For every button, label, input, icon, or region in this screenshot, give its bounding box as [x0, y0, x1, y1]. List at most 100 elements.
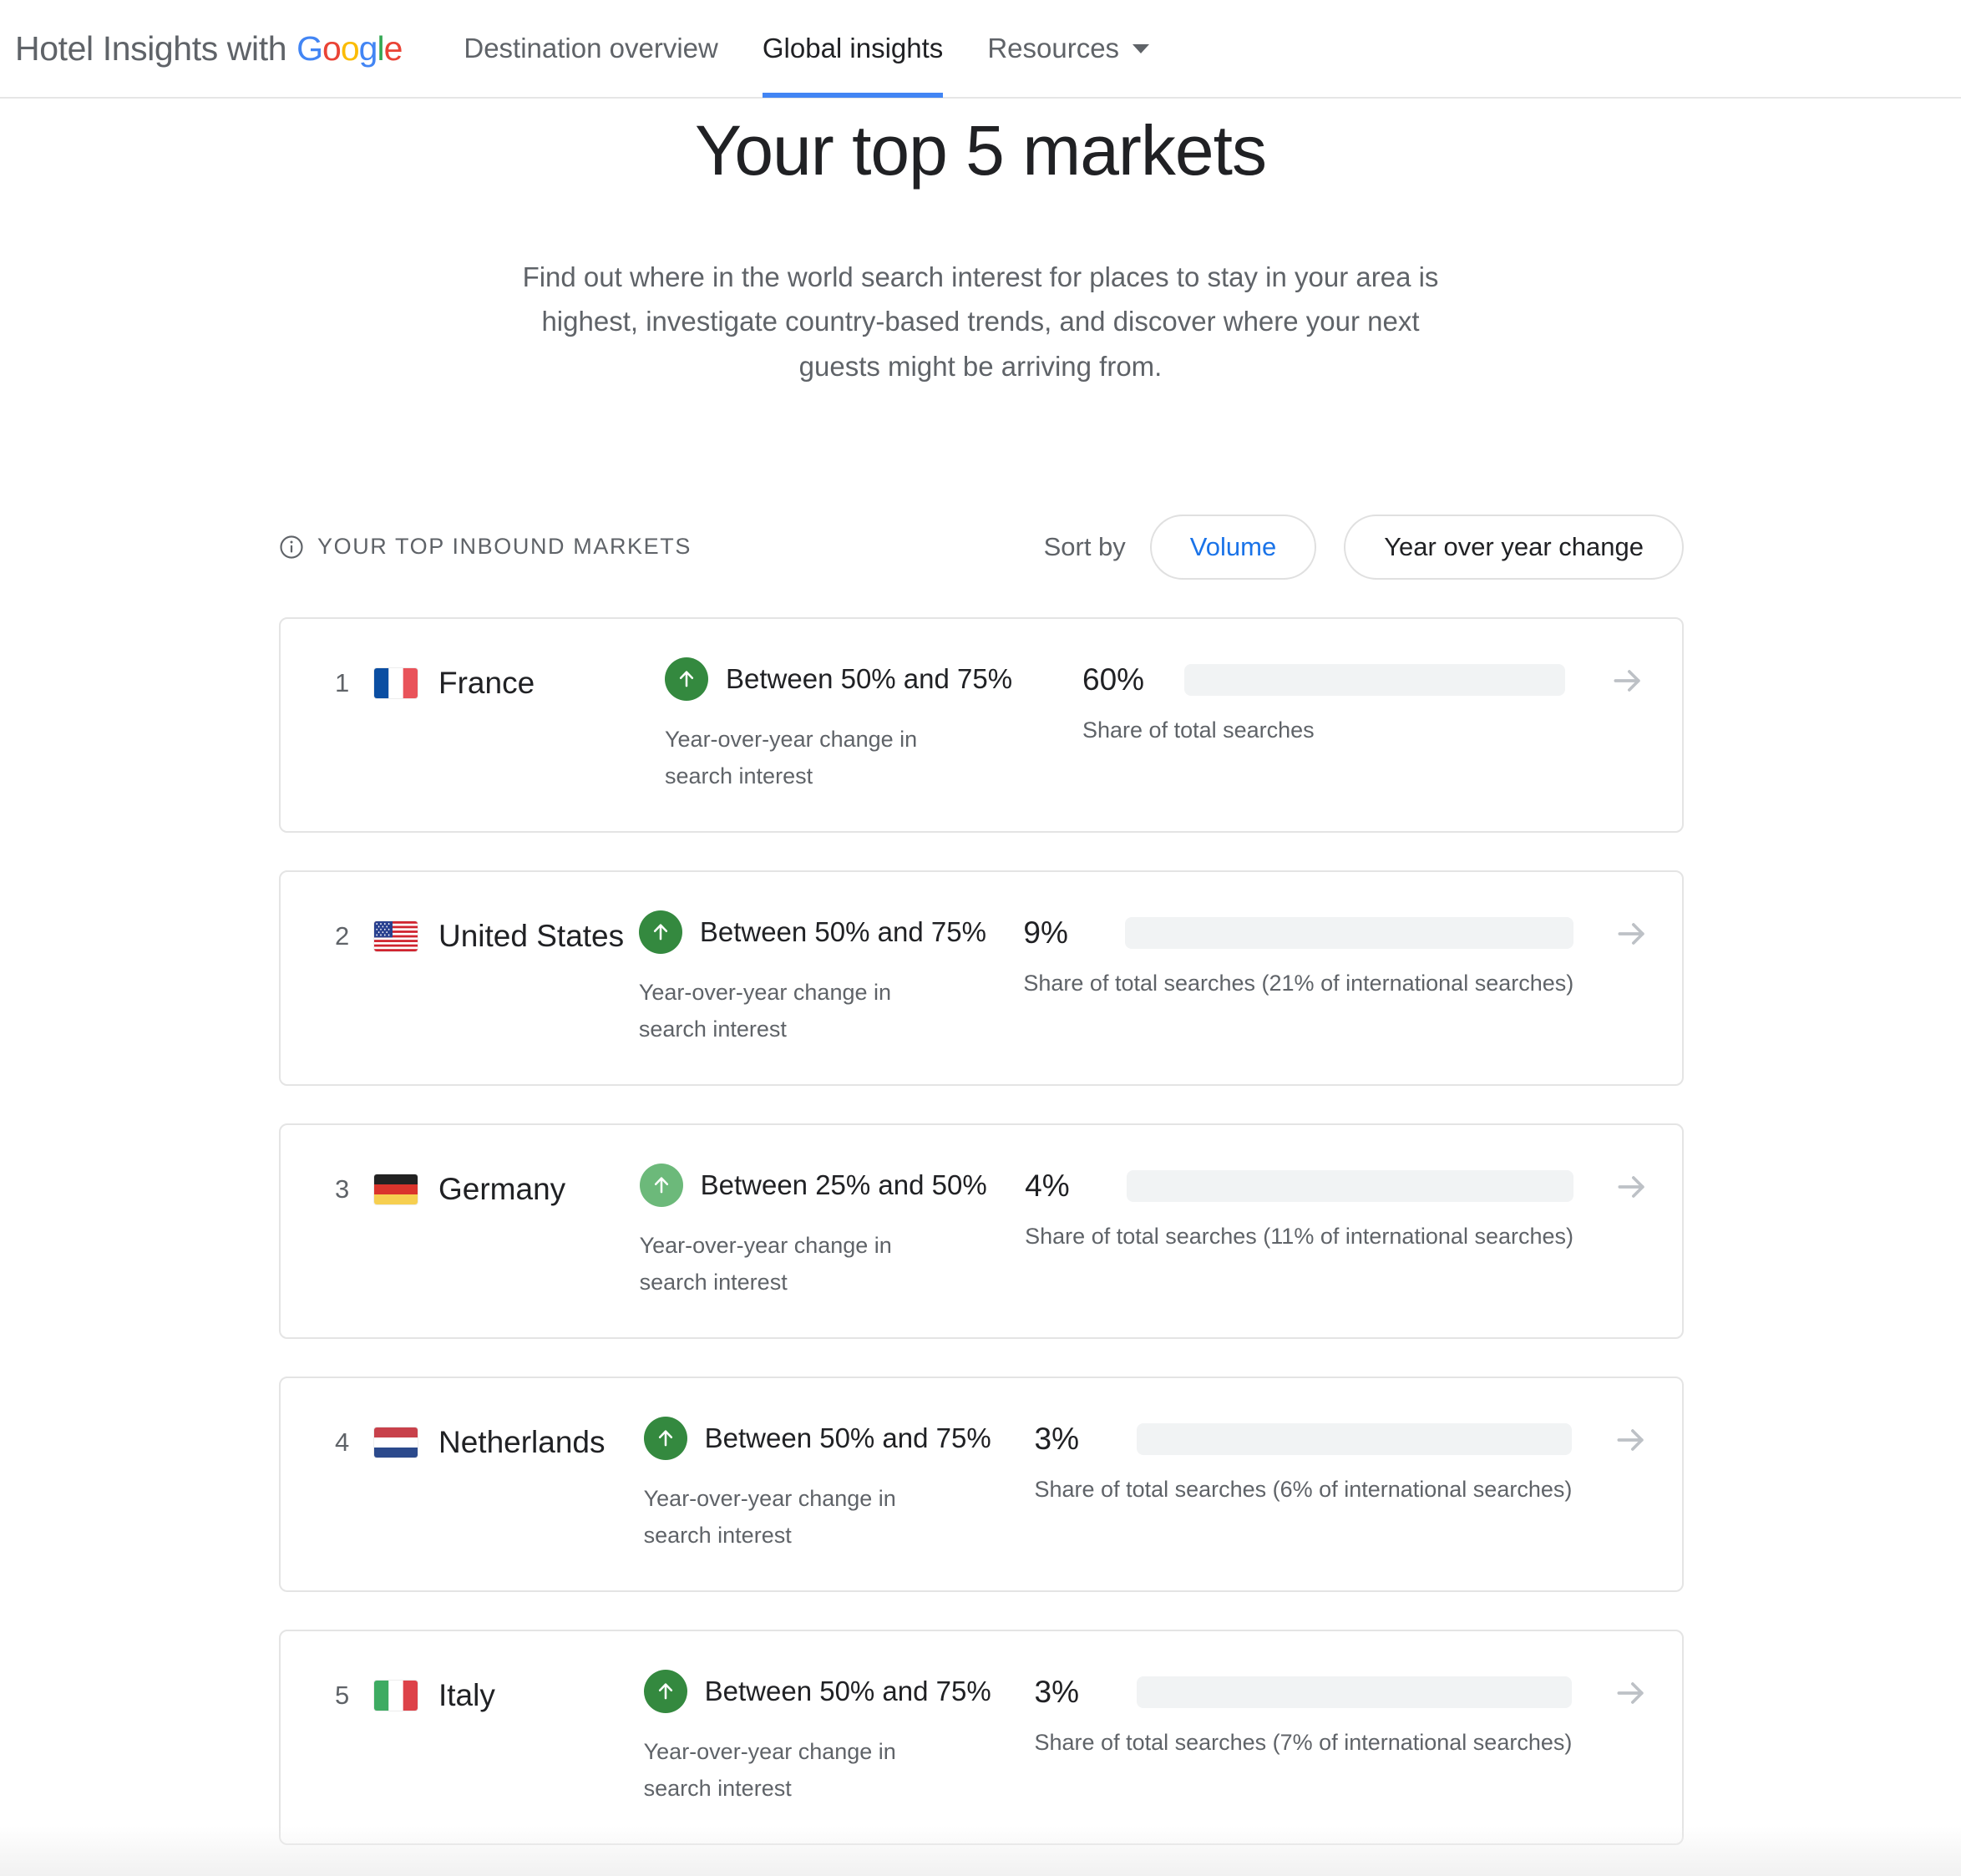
- market-country-name: France: [438, 665, 535, 700]
- market-rank: 1: [335, 667, 350, 697]
- market-yoy-value: Between 25% and 50%: [700, 1169, 987, 1200]
- market-share-cell: 9% Share of total searches (21% of inter…: [1023, 872, 1582, 996]
- market-row-netherlands[interactable]: 4 Netherlands Between 50% and 75% Year-o…: [279, 1376, 1684, 1592]
- market-rank: 3: [335, 1174, 350, 1204]
- arrow-right-icon: [1609, 662, 1646, 703]
- markets-section-header: YOUR TOP INBOUND MARKETS Sort by Volume …: [0, 514, 1961, 580]
- arrow-right-icon: [1614, 915, 1650, 956]
- market-row-italy[interactable]: 5 Italy Between 50% and 75% Year-over-ye…: [279, 1629, 1684, 1845]
- arrow-right-icon: [1613, 1422, 1649, 1463]
- market-share-bar-track: [1136, 1422, 1573, 1455]
- market-yoy-value: Between 50% and 75%: [704, 1422, 991, 1453]
- market-yoy-cell: Between 50% and 75% Year-over-year chang…: [643, 1631, 1035, 1807]
- arrow-right-icon: [1613, 1675, 1649, 1716]
- sort-chip-label: Volume: [1189, 531, 1277, 561]
- market-rank: 5: [335, 1680, 350, 1710]
- market-yoy-value: Between 50% and 75%: [704, 1675, 991, 1706]
- market-yoy-value: Between 50% and 75%: [726, 662, 1013, 694]
- chevron-down-icon: [1133, 43, 1150, 53]
- market-share-bar-track: [1184, 663, 1565, 696]
- market-share-caption: Share of total searches (21% of internat…: [1023, 970, 1574, 996]
- market-share-percent: 60%: [1082, 662, 1145, 697]
- market-share-caption: Share of total searches (6% of internati…: [1034, 1476, 1573, 1502]
- market-row-united-states[interactable]: 2 United States Between 50% and 75% Year…: [279, 870, 1684, 1086]
- arrow-right-icon: [1614, 1169, 1650, 1209]
- nav-label: Global insights: [762, 33, 944, 63]
- market-row-france[interactable]: 1 France Between 50% and 75% Year-over-y…: [279, 616, 1684, 833]
- market-yoy-value: Between 50% and 75%: [699, 915, 986, 947]
- market-open-arrow[interactable]: [1580, 1631, 1682, 1716]
- sort-chip-year-over-year-change[interactable]: Year over year change: [1344, 514, 1684, 580]
- sort-chip-label: Year over year change: [1384, 531, 1644, 561]
- market-share-bar-track: [1125, 916, 1574, 949]
- market-country-name: United States: [438, 918, 625, 953]
- nav-item-global-insights[interactable]: Global insights: [762, 0, 944, 98]
- market-yoy-cell: Between 25% and 50% Year-over-year chang…: [639, 1125, 1026, 1301]
- market-share-percent: 4%: [1025, 1168, 1070, 1203]
- market-yoy-caption: Year-over-year change in search interest: [638, 979, 892, 1042]
- market-share-percent: 9%: [1023, 915, 1068, 950]
- market-yoy-caption: Year-over-year change in search interest: [643, 1738, 896, 1801]
- sort-by-label: Sort by: [1043, 531, 1126, 561]
- market-share-cell: 60% Share of total searches: [1082, 619, 1573, 743]
- market-open-arrow[interactable]: [1580, 1378, 1682, 1463]
- market-share-percent: 3%: [1034, 1674, 1079, 1709]
- market-country-cell: 2 United States: [281, 872, 639, 954]
- market-country-cell: 3 Germany: [281, 1125, 640, 1207]
- market-yoy-cell: Between 50% and 75% Year-over-year chang…: [643, 1378, 1035, 1554]
- market-row-germany[interactable]: 3 Germany Between 25% and 50% Year-over-…: [279, 1123, 1684, 1339]
- brand-text: Hotel Insights with: [15, 28, 287, 68]
- nav-label: Destination overview: [464, 33, 718, 63]
- nav-item-destination-overview[interactable]: Destination overview: [464, 0, 717, 98]
- market-share-caption: Share of total searches: [1082, 717, 1315, 743]
- trend-up-icon: [643, 1669, 687, 1713]
- page-title: Your top 5 markets: [695, 111, 1267, 190]
- market-yoy-cell: Between 50% and 75% Year-over-year chang…: [638, 872, 1024, 1047]
- markets-list: 1 France Between 50% and 75% Year-over-y…: [0, 616, 1961, 1845]
- flag-united-states-icon: [374, 920, 418, 951]
- market-share-percent: 3%: [1034, 1421, 1079, 1456]
- trend-up-icon: [639, 1163, 683, 1207]
- info-circle-icon[interactable]: [279, 535, 304, 560]
- market-open-arrow[interactable]: [1582, 1125, 1682, 1209]
- market-country-cell: 1 France: [281, 619, 665, 701]
- section-title-label: YOUR TOP INBOUND MARKETS: [317, 534, 692, 560]
- top-navigation-bar: Hotel Insights with Google Destination o…: [0, 0, 1961, 99]
- market-share-cell: 3% Share of total searches (6% of intern…: [1035, 1378, 1581, 1503]
- market-share-bar-track: [1136, 1676, 1573, 1708]
- flag-germany-icon: [374, 1174, 418, 1204]
- main-nav: Destination overview Global insights Res…: [464, 0, 1193, 98]
- market-share-caption: Share of total searches (11% of internat…: [1025, 1223, 1573, 1249]
- market-yoy-cell: Between 50% and 75% Year-over-year chang…: [665, 619, 1082, 794]
- market-share-cell: 4% Share of total searches (11% of inter…: [1025, 1125, 1582, 1250]
- app-logo[interactable]: Hotel Insights with Google: [15, 28, 403, 68]
- sort-controls: Sort by Volume Year over year change: [1043, 514, 1684, 580]
- page-description: Find out where in the world search inter…: [522, 261, 1439, 382]
- market-country-name: Germany: [438, 1171, 566, 1206]
- market-country-cell: 4 Netherlands: [281, 1378, 644, 1460]
- market-country-name: Italy: [438, 1677, 495, 1712]
- flag-france-icon: [374, 667, 418, 698]
- trend-up-icon: [643, 1416, 687, 1460]
- section-title: YOUR TOP INBOUND MARKETS: [279, 534, 692, 560]
- sort-chip-volume[interactable]: Volume: [1149, 514, 1317, 580]
- google-wordmark-logo: Google: [296, 28, 403, 68]
- market-open-arrow[interactable]: [1582, 872, 1682, 956]
- market-country-cell: 5 Italy: [281, 1631, 644, 1713]
- trend-up-icon: [665, 657, 708, 701]
- trend-up-icon: [638, 910, 682, 954]
- hero-section: Your top 5 markets Find out where in the…: [0, 99, 1961, 388]
- market-rank: 2: [335, 920, 350, 951]
- flag-italy-icon: [374, 1680, 418, 1711]
- nav-item-resources[interactable]: Resources: [987, 0, 1150, 98]
- flag-netherlands-icon: [374, 1427, 418, 1458]
- market-yoy-caption: Year-over-year change in search interest: [643, 1485, 896, 1548]
- market-yoy-caption: Year-over-year change in search interest: [665, 726, 918, 788]
- market-open-arrow[interactable]: [1573, 619, 1682, 703]
- market-rank: 4: [335, 1427, 350, 1457]
- market-share-cell: 3% Share of total searches (7% of intern…: [1035, 1631, 1581, 1756]
- nav-label: Resources: [987, 33, 1120, 63]
- market-share-bar-track: [1127, 1169, 1573, 1202]
- market-yoy-caption: Year-over-year change in search interest: [639, 1232, 892, 1295]
- market-share-caption: Share of total searches (7% of internati…: [1034, 1729, 1573, 1755]
